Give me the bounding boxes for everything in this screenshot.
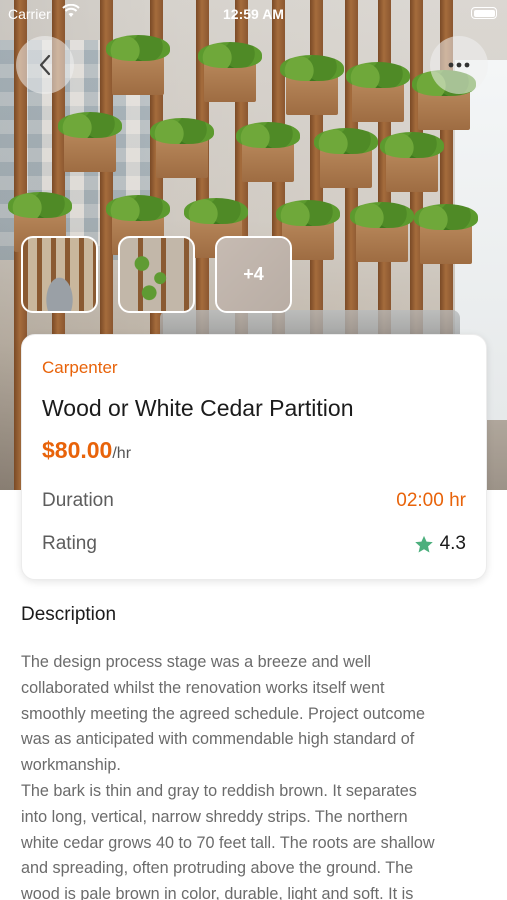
service-category: Carpenter — [42, 358, 118, 377]
plant-box — [414, 204, 478, 264]
back-button[interactable] — [16, 36, 74, 94]
rating-label: Rating — [42, 533, 97, 554]
description-line: smoothly meeting the agreed schedule. Pr… — [21, 704, 426, 723]
duration-value: 02:00 hr — [396, 490, 466, 511]
more-button[interactable] — [430, 36, 488, 94]
plant-box — [150, 118, 214, 178]
plant-box — [412, 70, 476, 130]
description-line: collaborated whilst the renovation works… — [21, 678, 385, 697]
service-title: Wood or White Cedar Partition — [42, 395, 354, 421]
service-price: $80.00 — [42, 437, 113, 463]
more-photos-count: +4 — [217, 238, 290, 311]
description-line: white cedar grows 40 to 70 feet tall. Th… — [21, 833, 435, 852]
plant-box — [380, 132, 444, 192]
duration-label: Duration — [42, 490, 114, 511]
plant-box — [198, 42, 262, 102]
plant-box — [280, 55, 344, 115]
price-line: $80.00/hr — [42, 437, 131, 464]
gallery-thumbnail[interactable] — [21, 236, 98, 313]
description-line: and spreading, often protruding above th… — [21, 859, 414, 878]
price-unit: /hr — [112, 445, 132, 462]
plant-box — [346, 62, 410, 122]
plant-box — [236, 122, 300, 182]
description-line: into long, vertical, narrow shreddy stri… — [21, 807, 408, 826]
rating-value: 4.3 — [439, 533, 466, 554]
status-time: 12:59 AM — [223, 6, 284, 22]
status-bar: Carrier 12:59 AM — [0, 0, 507, 28]
gallery-thumbnail[interactable] — [118, 236, 195, 313]
service-info-card: Carpenter Wood or White Cedar Partition … — [21, 334, 487, 580]
star-icon — [414, 535, 433, 553]
description-line: The design process stage was a breeze an… — [21, 653, 372, 671]
description-text: The design process stage was a breeze an… — [21, 650, 487, 900]
description-heading: Description — [21, 604, 117, 625]
plant-box — [350, 202, 414, 262]
description-line: was as anticipated with commendable high… — [21, 730, 415, 749]
plant-box — [106, 35, 170, 95]
chevron-left-icon — [39, 54, 51, 76]
rating-display: 4.3 — [414, 533, 466, 555]
battery-icon — [471, 7, 497, 19]
description-line: The bark is thin and gray to reddish bro… — [21, 781, 417, 800]
more-horizontal-icon — [448, 62, 470, 68]
plant-box — [58, 112, 122, 172]
plant-box — [314, 128, 378, 188]
description-line: workmanship. — [21, 756, 121, 775]
gallery-more-thumbnail[interactable]: +4 — [215, 236, 292, 313]
description-line: wood is pale brown in color, durable, li… — [21, 885, 414, 900]
